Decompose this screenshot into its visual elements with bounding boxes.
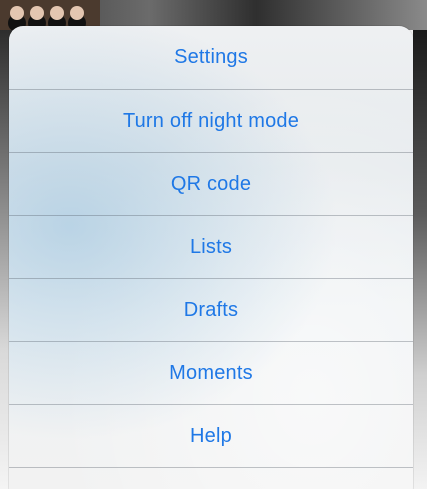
person-thumbnail bbox=[10, 6, 24, 20]
menu-item-label: Lists bbox=[189, 235, 233, 258]
menu-item-label: Settings bbox=[174, 46, 248, 68]
menu-item-help[interactable]: Help bbox=[9, 405, 413, 468]
background-right bbox=[413, 30, 427, 489]
menu-item-turn-off-night-mode[interactable]: Turn off night mode bbox=[9, 90, 413, 153]
person-thumbnail bbox=[30, 6, 44, 20]
person-thumbnail bbox=[50, 6, 64, 20]
person-thumbnail bbox=[70, 6, 84, 20]
menu-item-label: QR code bbox=[170, 172, 252, 195]
menu-item-label: Turn off night mode bbox=[122, 109, 300, 132]
menu-item-qr-code[interactable]: QR code bbox=[9, 153, 413, 216]
menu-item-label: Drafts bbox=[183, 298, 239, 321]
menu-item-label: Help bbox=[190, 424, 232, 447]
menu-item-settings[interactable]: Settings bbox=[9, 26, 413, 90]
menu-item-moments[interactable]: Moments bbox=[9, 342, 413, 405]
menu-item-label: Moments bbox=[169, 361, 253, 384]
menu-item-lists[interactable]: Lists bbox=[9, 216, 413, 279]
action-sheet: Settings Turn off night mode QR code Lis… bbox=[9, 26, 413, 489]
action-menu: Settings Turn off night mode QR code Lis… bbox=[9, 26, 413, 468]
menu-item-drafts[interactable]: Drafts bbox=[9, 279, 413, 342]
